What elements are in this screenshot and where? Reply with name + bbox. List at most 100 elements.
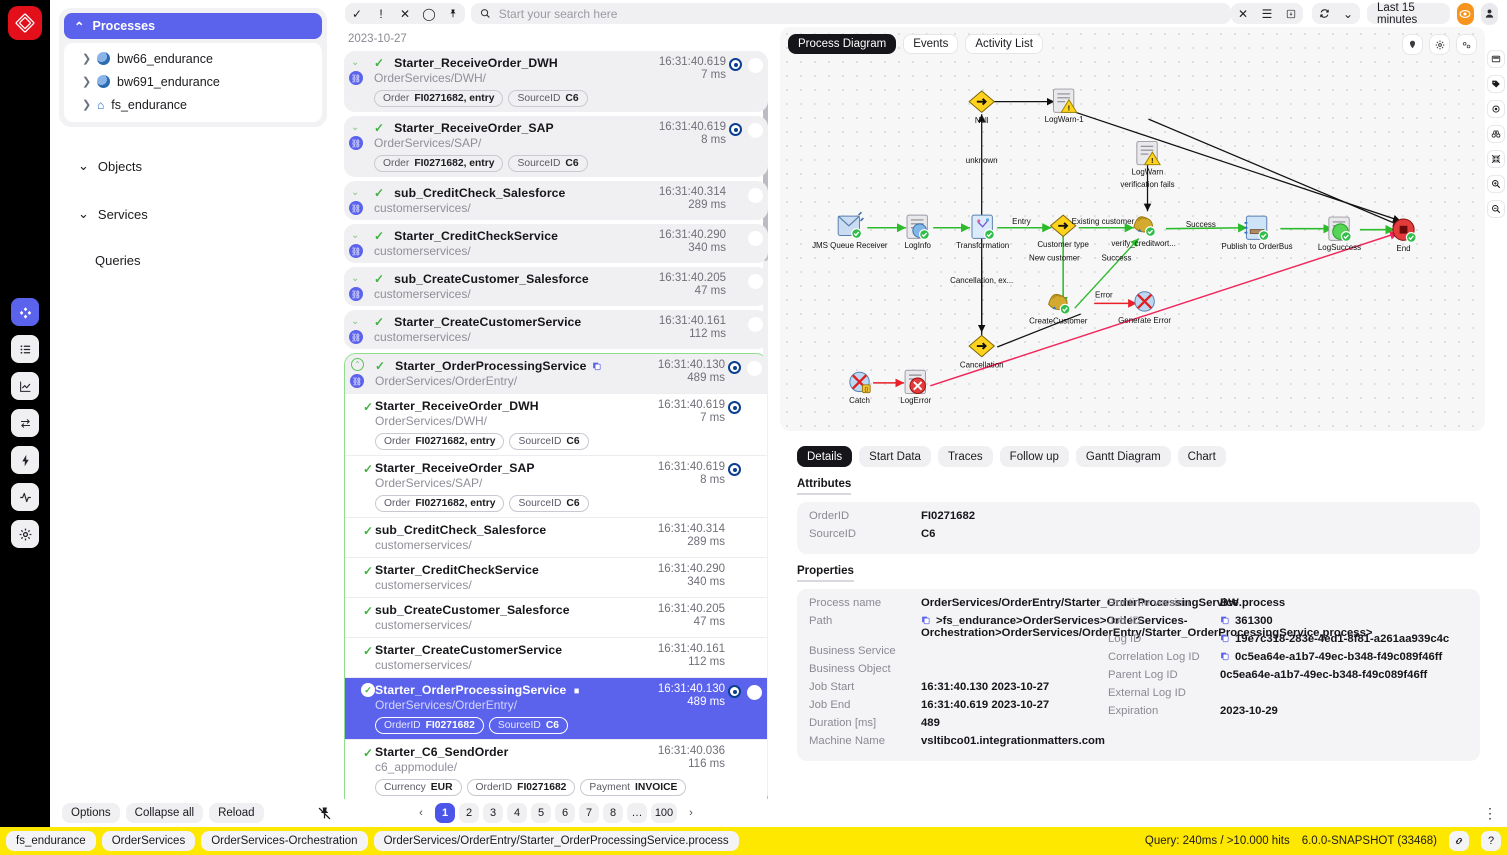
- job-list-child-item[interactable]: ✓ Starter_C6_SendOrder c6_appmodule/16:31:…: [345, 739, 767, 799]
- live-record-toggle[interactable]: [1456, 2, 1474, 25]
- page-button[interactable]: 5: [531, 803, 551, 823]
- expanded-job-header[interactable]: ⌃ ⛓ ✓ Starter_OrderProcessingService OrderSe…: [345, 354, 767, 393]
- chevron-up-icon[interactable]: ⌃: [351, 358, 364, 371]
- page-button[interactable]: 7: [579, 803, 599, 823]
- rail-button-transfer[interactable]: [11, 409, 39, 437]
- attribute-badge[interactable]: OrderID FI0271682: [375, 717, 484, 734]
- job-list-child-item[interactable]: ✓ Starter_ReceiveOrder_DWH OrderServices/D…: [345, 393, 767, 455]
- reload-button[interactable]: Reload: [209, 803, 264, 823]
- fit-view-icon[interactable]: [1487, 150, 1505, 168]
- list-options-icon[interactable]: ☰: [1255, 3, 1279, 24]
- error-filter-icon[interactable]: ✕: [393, 3, 417, 24]
- details-tab[interactable]: Follow up: [999, 446, 1069, 467]
- app-logo[interactable]: [8, 6, 42, 40]
- attribute-badge[interactable]: OrderID FI0271682: [466, 779, 576, 796]
- pin-filter-icon[interactable]: [441, 3, 465, 24]
- help-button[interactable]: ?: [1481, 831, 1501, 851]
- copy-icon[interactable]: [592, 361, 601, 371]
- rail-button-health[interactable]: [11, 483, 39, 511]
- job-list-child-item[interactable]: ✓ Starter_CreditCheckService customerservi…: [345, 557, 767, 597]
- page-button[interactable]: 8: [603, 803, 623, 823]
- row-select-dot[interactable]: [748, 123, 763, 138]
- row-select-dot[interactable]: [748, 58, 763, 73]
- unpin-button[interactable]: [312, 799, 336, 827]
- row-select-dot[interactable]: [748, 188, 763, 203]
- rail-button-events[interactable]: [11, 446, 39, 474]
- search-input[interactable]: [498, 6, 1222, 21]
- details-tab[interactable]: Gantt Diagram: [1075, 446, 1171, 467]
- details-tab[interactable]: Traces: [937, 446, 993, 467]
- page-button[interactable]: 3: [483, 803, 503, 823]
- job-list-item[interactable]: ⌄ ⛓ ✓ Starter_CreditCheckService customerser…: [344, 224, 768, 263]
- target-icon[interactable]: [1487, 100, 1505, 118]
- chevron-down-icon[interactable]: ⌄: [351, 230, 359, 241]
- job-list-item[interactable]: ⌄ ⛓ ✓ sub_CreditCheck_Salesforce customerser…: [344, 181, 768, 220]
- details-tab[interactable]: Chart: [1177, 446, 1226, 467]
- tree-item-bw66[interactable]: ❯ bw66_endurance: [64, 47, 322, 70]
- refresh-icon[interactable]: [1312, 3, 1336, 24]
- panel-icon[interactable]: [1487, 50, 1505, 68]
- diagram-node-transformation[interactable]: [971, 214, 995, 240]
- tag-icon[interactable]: [1487, 75, 1505, 93]
- diagram-node-loginfo[interactable]: [906, 214, 930, 240]
- attribute-badge[interactable]: Currency EUR: [375, 779, 462, 796]
- job-list-child-item[interactable]: ✓ sub_CreateCustomer_Salesforce customerse…: [345, 597, 767, 637]
- page-button[interactable]: 2: [459, 803, 479, 823]
- sidebar-section-objects[interactable]: ⌄ Objects: [50, 157, 336, 175]
- row-select-dot[interactable]: [748, 274, 763, 289]
- attribute-badge[interactable]: SourceID C6: [508, 155, 588, 172]
- diagram-node-verify[interactable]: [1133, 216, 1156, 238]
- attribute-badge[interactable]: Order FI0271682, entry: [374, 90, 504, 107]
- page-button[interactable]: 1: [435, 803, 455, 823]
- diagram-node-publish[interactable]: [1244, 215, 1270, 241]
- chevron-down-icon[interactable]: ⌄: [351, 57, 359, 68]
- collapse-all-button[interactable]: Collapse all: [125, 803, 204, 823]
- tree-item-fs-endurance[interactable]: ❯ ⌂ fs_endurance: [64, 93, 322, 116]
- zoom-in-icon[interactable]: [1487, 175, 1505, 193]
- rail-button-analytics[interactable]: [11, 372, 39, 400]
- rail-button-list[interactable]: [11, 335, 39, 363]
- copy-icon[interactable]: [1220, 633, 1230, 643]
- chevron-down-icon[interactable]: ⌄: [351, 187, 359, 198]
- diagram-node-logwarn1[interactable]: !: [1052, 88, 1078, 113]
- gear-icon[interactable]: [1429, 34, 1450, 55]
- breadcrumb-item[interactable]: fs_endurance: [6, 831, 96, 851]
- copy-icon[interactable]: [921, 615, 931, 625]
- diagram-node-end[interactable]: [1392, 218, 1417, 243]
- tab-process-diagram[interactable]: Process Diagram: [788, 34, 897, 54]
- correlation-link-icon[interactable]: ⛓: [349, 244, 363, 258]
- sidebar-section-services[interactable]: ⌄ Services: [50, 205, 336, 223]
- breadcrumb-item[interactable]: OrderServices: [101, 831, 196, 851]
- diagram-node-generror[interactable]: [1134, 291, 1155, 312]
- page-next-button[interactable]: ›: [681, 803, 701, 823]
- success-filter-icon[interactable]: ✓: [345, 3, 369, 24]
- tab-activity-list[interactable]: Activity List: [965, 34, 1043, 54]
- attribute-badge[interactable]: SourceID C6: [509, 433, 589, 450]
- correlation-link-icon[interactable]: ⛓: [349, 201, 363, 215]
- list-more-menu[interactable]: ⋮: [1483, 799, 1497, 827]
- warning-filter-icon[interactable]: !: [369, 3, 393, 24]
- process-diagram-canvas[interactable]: Process Diagram Events Activity List ! !…: [780, 27, 1485, 431]
- row-select-dot[interactable]: [747, 685, 762, 700]
- breadcrumb-item[interactable]: OrderServices/OrderEntry/Starter_OrderPr…: [373, 831, 739, 851]
- diagram-node-createcustomer[interactable]: [1048, 293, 1071, 315]
- save-search-icon[interactable]: [1279, 3, 1303, 24]
- diagram-node-logerror[interactable]: [904, 369, 926, 395]
- attribute-badge[interactable]: Order FI0271682, entry: [375, 495, 505, 512]
- binoculars-icon[interactable]: [1487, 125, 1505, 143]
- page-prev-button[interactable]: ‹: [411, 803, 431, 823]
- job-list-child-item[interactable]: ✓ sub_CreditCheck_Salesforce customerservi…: [345, 517, 767, 557]
- details-tab[interactable]: Details: [797, 446, 853, 467]
- link-icon[interactable]: [1449, 831, 1469, 851]
- clear-search-icon[interactable]: ✕: [1231, 3, 1255, 24]
- job-list-item[interactable]: ⌄ ⛓ ✓ Starter_ReceiveOrder_DWH OrderServices…: [344, 51, 768, 112]
- sidebar-section-queries[interactable]: Queries: [50, 251, 336, 269]
- search-bar[interactable]: [471, 3, 1231, 24]
- attribute-badge[interactable]: Order FI0271682, entry: [374, 155, 504, 172]
- correlation-link-icon[interactable]: ⛓: [349, 287, 363, 301]
- page-button[interactable]: 4: [507, 803, 527, 823]
- chevron-down-icon[interactable]: ⌄: [351, 122, 359, 133]
- row-select-dot[interactable]: [747, 361, 762, 376]
- breadcrumb-item[interactable]: OrderServices-Orchestration: [201, 831, 368, 851]
- attribute-badge[interactable]: SourceID C6: [508, 90, 588, 107]
